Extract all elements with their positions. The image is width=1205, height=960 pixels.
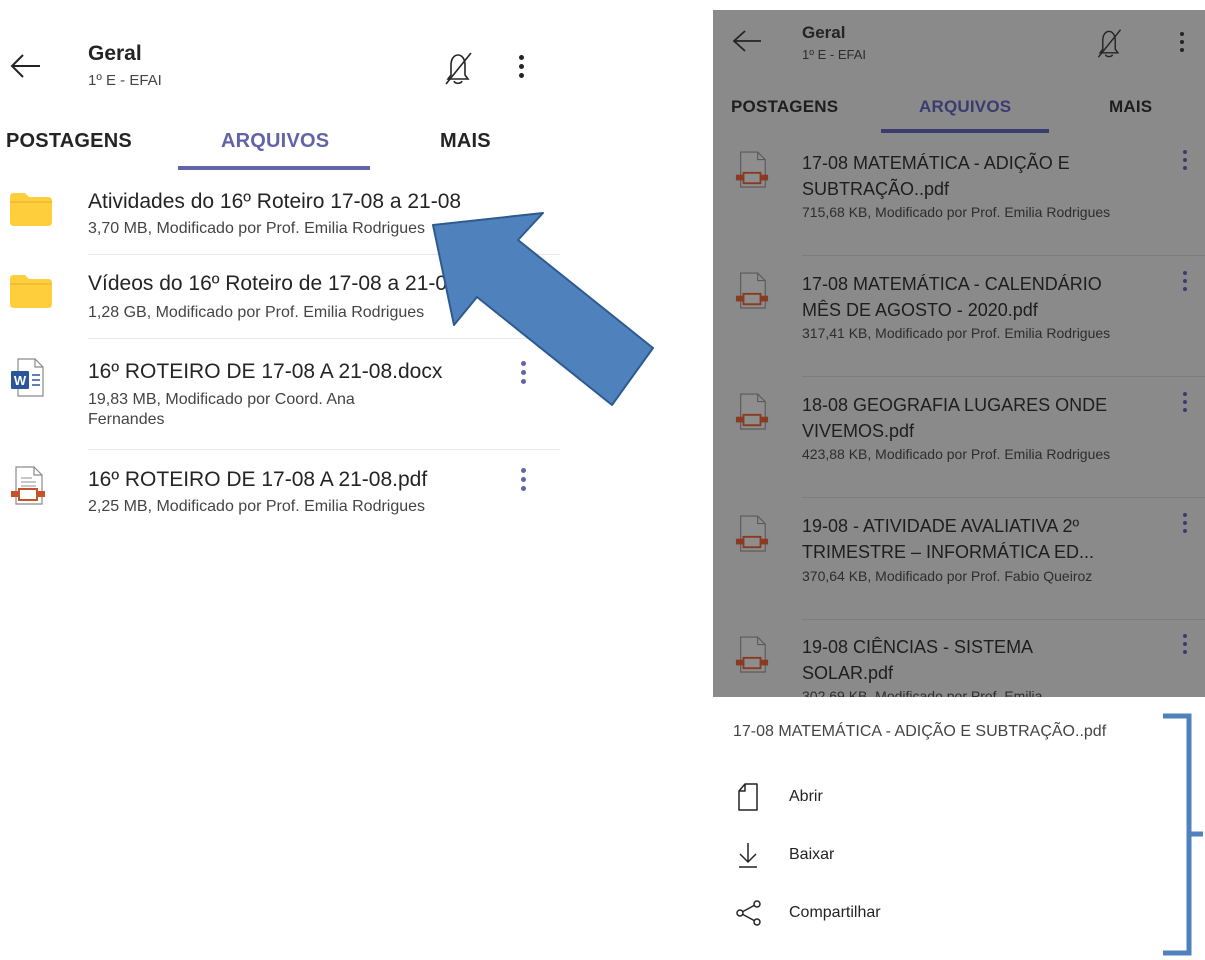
tab-mais[interactable]: MAIS [440,130,491,153]
pdf-icon [11,466,45,505]
file-options-icon[interactable] [1178,513,1192,535]
action-label: Baixar [789,846,835,863]
row-divider [802,497,1205,498]
file-options-icon[interactable] [1178,271,1192,293]
word-document-icon: W [11,358,44,397]
action-share[interactable]: Compartilhar [733,897,1133,929]
tab-arquivos[interactable]: ARQUIVOS [221,130,329,153]
tab-postagens[interactable]: POSTAGENS [6,130,132,153]
sheet-file-name: 17-08 MATEMÁTICA - ADIÇÃO E SUBTRAÇÃO..p… [733,723,1107,740]
file-name: 18-08 GEOGRAFIA LUGARES ONDE VIVEMOS.pdf [802,395,1108,441]
file-meta: 3,70 MB, Modificado por Prof. Emilia Rod… [88,220,426,237]
annotation-arrow [432,212,654,406]
file-name: 19-08 CIÊNCIAS - SISTEMA SOLAR.pdf [802,637,1033,683]
file-meta: 302,69 KB, Modificado por Prof. Emilia [802,688,1043,697]
notifications-off-icon[interactable] [440,48,476,88]
pdf-icon [735,515,769,552]
share-icon [736,900,761,926]
file-options-icon[interactable] [516,468,530,496]
tab-arquivos[interactable]: ARQUIVOS [919,97,1011,117]
team-subtitle: 1º E - EFAI [88,72,162,89]
svg-text:W: W [14,373,27,388]
action-open[interactable]: Abrir [733,781,1133,813]
active-tab-indicator [881,129,1049,133]
file-meta: 317,41 KB, Modificado por Prof. Emilia R… [802,325,1111,341]
file-name: 19-08 - ATIVIDADE AVALIATIVA 2º TRIMESTR… [802,516,1095,562]
file-meta: 1,28 GB, Modificado por Prof. Emilia Rod… [88,304,425,321]
file-icon [738,783,758,811]
file-options-icon[interactable] [1178,392,1192,414]
file-name: 17-08 MATEMÁTICA - ADIÇÃO E SUBTRAÇÃO..p… [802,153,1070,199]
folder-icon [10,193,52,226]
more-options-icon[interactable] [1175,32,1189,56]
row-divider [88,449,560,450]
action-download[interactable]: Baixar [733,839,1133,871]
back-arrow-icon[interactable] [731,28,765,54]
file-meta: 2,25 MB, Modificado por Prof. Emilia Rod… [88,498,426,515]
annotation-bracket [1163,713,1203,956]
file-options-icon[interactable] [1178,150,1192,172]
row-divider [802,376,1205,377]
dimmed-overlay[interactable]: Geral 1º E - EFAI POSTAGENS ARQUIVOS MAI… [713,10,1205,697]
tab-postagens[interactable]: POSTAGENS [731,97,838,117]
back-arrow-icon[interactable] [8,52,44,80]
file-name: 16º ROTEIRO DE 17-08 A 21-08.docx [88,360,443,383]
channel-title: Geral [802,23,846,42]
file-meta: 370,64 KB, Modificado por Prof. Fabio Qu… [802,568,1093,584]
channel-title: Geral [88,42,142,65]
pdf-icon [735,393,769,430]
folder-icon [10,275,52,308]
file-name: Vídeos do 16º Roteiro de 17-08 a 21-08 [88,272,459,295]
more-options-icon[interactable] [514,55,528,83]
team-subtitle: 1º E - EFAI [802,47,866,62]
file-meta: 715,68 KB, Modificado por Prof. Emilia R… [802,204,1111,220]
file-options-icon[interactable] [1178,634,1192,656]
action-label: Compartilhar [789,904,881,921]
files-screen-right: Geral 1º E - EFAI POSTAGENS ARQUIVOS MAI… [713,10,1205,960]
file-meta: 19,83 MB, Modificado por Coord. Ana Fern… [88,391,355,428]
download-icon [739,843,757,868]
file-meta: 423,88 KB, Modificado por Prof. Emilia R… [802,446,1111,462]
row-divider [802,255,1205,256]
active-tab-indicator [178,166,370,170]
file-name: 16º ROTEIRO DE 17-08 A 21-08.pdf [88,468,428,491]
notifications-off-icon[interactable] [1093,25,1125,61]
pdf-icon [735,272,769,309]
tab-mais[interactable]: MAIS [1109,97,1152,117]
file-name: 17-08 MATEMÁTICA - CALENDÁRIO MÊS DE AGO… [802,274,1102,320]
pdf-icon [735,151,769,188]
pdf-icon [735,636,769,673]
action-label: Abrir [789,788,823,805]
files-screen-left: Geral 1º E - EFAI POSTAGENS ARQUIVOS MAI… [0,0,654,960]
row-divider [802,619,1205,620]
file-name: Atividades do 16º Roteiro 17-08 a 21-08 [88,190,462,213]
file-actions-sheet: 17-08 MATEMÁTICA - ADIÇÃO E SUBTRAÇÃO..p… [713,697,1205,960]
